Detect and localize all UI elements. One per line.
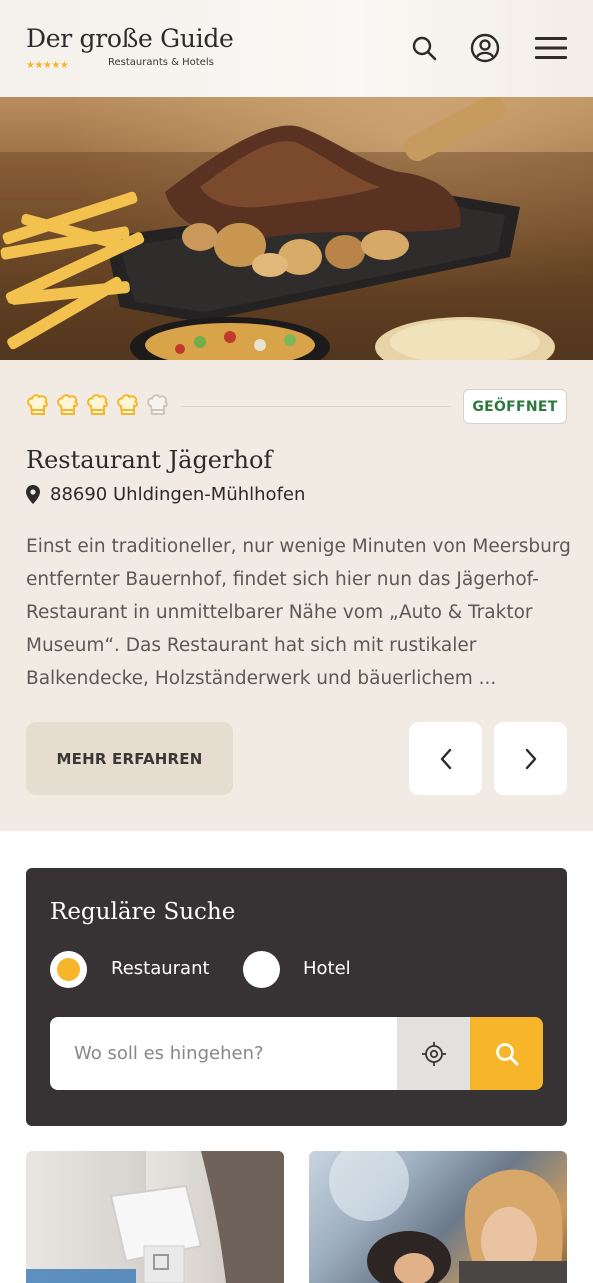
- search-submit-button[interactable]: [470, 1017, 543, 1090]
- site-logo-title[interactable]: Der große Guide: [26, 24, 234, 53]
- chef-hat-icon: [57, 394, 78, 415]
- description-line: Balkendecke, Holzständerwerk und bäuerli…: [26, 668, 497, 689]
- menu-icon[interactable]: [533, 32, 569, 64]
- site-header: Der große Guide ★★★★★ Restaurants & Hote…: [0, 0, 593, 97]
- previous-button[interactable]: [409, 722, 482, 795]
- divider: [182, 406, 450, 407]
- status-badge: GEÖFFNET: [463, 389, 567, 424]
- listing-description: Einst ein traditioneller, nur wenige Min…: [26, 530, 571, 695]
- teaser-image-people[interactable]: [309, 1151, 567, 1283]
- chef-hat-icon: [117, 394, 138, 415]
- next-button[interactable]: [494, 722, 567, 795]
- rating-hats: [26, 393, 170, 417]
- site-logo-subtitle: Restaurants & Hotels: [108, 57, 214, 68]
- radio-hotel[interactable]: [243, 951, 280, 988]
- chef-hat-icon: [27, 394, 48, 415]
- more-info-button[interactable]: MEHR ERFAHREN: [26, 722, 233, 795]
- logo-stars: ★★★★★: [26, 60, 69, 71]
- restaurant-hero-image: [0, 97, 593, 360]
- radio-restaurant-label[interactable]: Restaurant: [111, 958, 210, 979]
- teaser-image-payment[interactable]: [26, 1151, 284, 1283]
- description-line: entfernter Bauernhof, findet sich hier n…: [26, 569, 539, 590]
- search-icon: [495, 1042, 518, 1065]
- radio-hotel-label[interactable]: Hotel: [303, 958, 351, 979]
- description-line: Restaurant in unmittelbarer Nähe vom „Au…: [26, 602, 533, 623]
- user-icon[interactable]: [469, 32, 501, 64]
- radio-selected-dot: [57, 958, 80, 981]
- chevron-right-icon: [525, 748, 536, 769]
- search-icon[interactable]: [408, 32, 440, 64]
- description-line: Museum“. Das Restaurant hat sich mit rus…: [26, 635, 477, 656]
- description-line: Einst ein traditioneller, nur wenige Min…: [26, 536, 571, 557]
- listing-title[interactable]: Restaurant Jägerhof: [26, 446, 272, 474]
- radio-restaurant[interactable]: [50, 951, 87, 988]
- chef-hat-empty-icon: [147, 394, 168, 415]
- chevron-left-icon: [440, 748, 451, 769]
- locate-button[interactable]: [397, 1017, 470, 1090]
- crosshair-icon: [421, 1041, 446, 1066]
- chef-hat-icon: [87, 394, 108, 415]
- listing-location: 88690 Uhldingen-Mühlhofen: [26, 484, 305, 505]
- search-input[interactable]: [50, 1017, 397, 1090]
- search-title: Reguläre Suche: [50, 899, 236, 925]
- location-pin-icon: [26, 485, 40, 504]
- location-text: 88690 Uhldingen-Mühlhofen: [50, 484, 306, 505]
